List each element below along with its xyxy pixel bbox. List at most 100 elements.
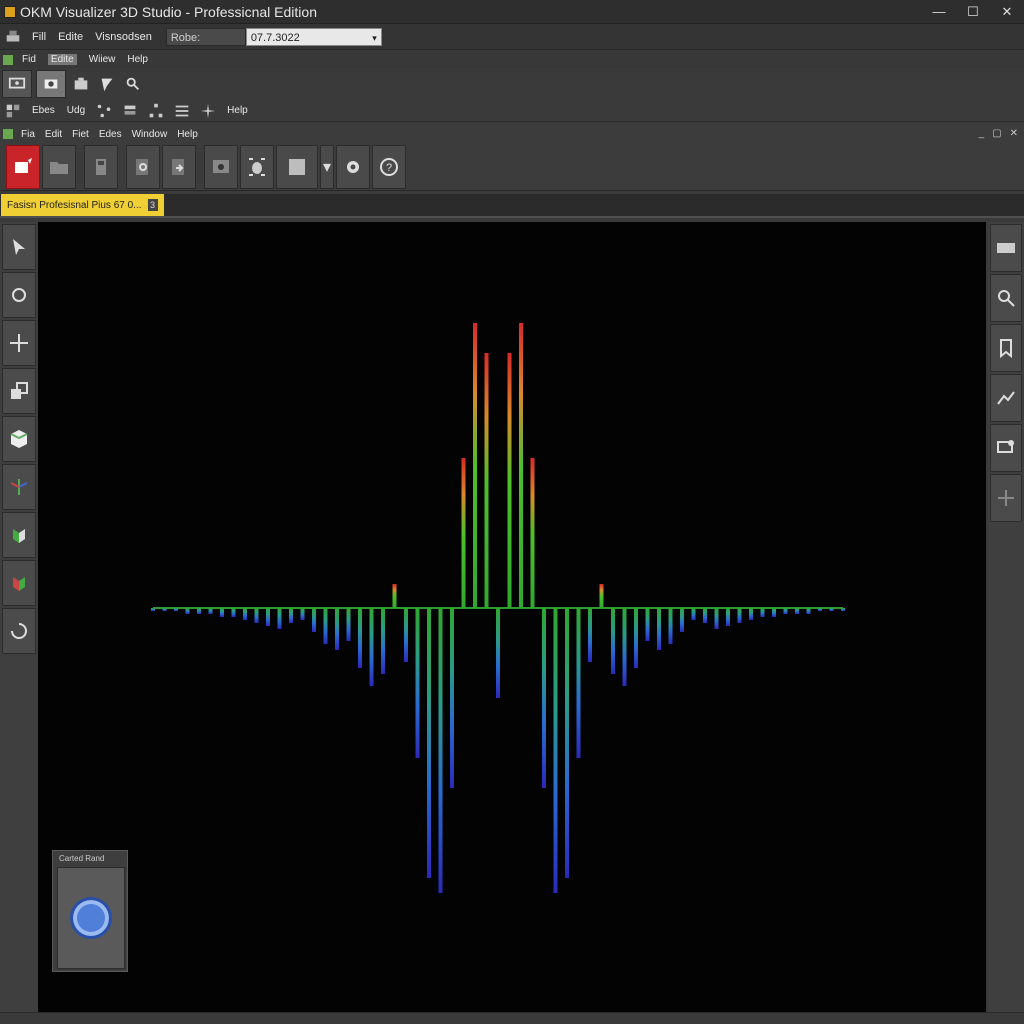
gear-icon[interactable] (336, 144, 370, 189)
rotate-tool-icon[interactable] (2, 272, 36, 318)
probe-field[interactable]: Robe:(l0.2.3l)2.. (165, 27, 246, 62)
printer-icon[interactable] (2, 26, 24, 48)
screen-settings-icon[interactable] (990, 424, 1022, 472)
chart-bar (289, 608, 293, 623)
chart-bar (381, 608, 385, 674)
toolbar-label-ebes[interactable]: Ebes (32, 105, 55, 116)
app-logo-icon (4, 5, 16, 18)
doc-close-button[interactable]: ✕ (1010, 125, 1018, 143)
open-folder-button[interactable] (42, 144, 76, 189)
side-view-icon[interactable] (2, 512, 36, 558)
doc-minimize-button[interactable]: _ (979, 125, 985, 143)
help-icon[interactable]: ? (372, 144, 406, 189)
secondary-menu-bar: Fid Edite Wiiew Help (0, 51, 1024, 68)
chart-bar (174, 608, 178, 611)
menu-edite[interactable]: Edite (58, 31, 83, 43)
toolbar-label-udg[interactable]: Udg (67, 105, 85, 116)
chart-bar (369, 608, 374, 686)
menu-fill[interactable]: Fill (32, 31, 46, 43)
capture-icon[interactable] (36, 70, 66, 98)
control-panel-label: Carted Rand (59, 854, 105, 863)
start-scan-button[interactable] (70, 897, 112, 939)
grid-icon[interactable] (2, 100, 24, 122)
front-view-icon[interactable] (2, 560, 36, 606)
layers-icon[interactable] (119, 100, 141, 122)
chart-bar (611, 608, 615, 674)
menu-fia[interactable]: Fia (21, 129, 35, 140)
cube-view-icon[interactable] (2, 416, 36, 462)
chart-bar (335, 608, 339, 650)
date-select[interactable]: 07.7.3022 ▾ (245, 27, 382, 46)
status-bar (0, 1012, 1024, 1024)
bookmark-icon[interactable] (990, 324, 1022, 372)
menu-edit[interactable]: Edit (45, 129, 62, 140)
chart-bar (450, 608, 454, 788)
bug-scan-button[interactable] (240, 144, 274, 189)
right-toolbar (988, 222, 1024, 1012)
camera-icon[interactable] (70, 73, 92, 95)
chart-bar (266, 608, 270, 626)
chart-bar (645, 608, 650, 641)
chart-bar (404, 608, 408, 662)
menu-wiiew[interactable]: Wiiew (89, 54, 116, 65)
window-title: OKM Visualizer 3D Studio - Professicnal … (20, 3, 317, 20)
close-button[interactable]: ✕ (990, 0, 1024, 24)
icon-toolbar-small (0, 68, 1024, 100)
tab-close-icon[interactable]: 3 (147, 199, 158, 211)
network-icon[interactable] (145, 100, 167, 122)
select-tool-icon[interactable] (2, 224, 36, 270)
document-tab[interactable]: Fasisn Profesisnal Pius 67 0... 3 (1, 194, 164, 216)
maximize-button[interactable]: ☐ (956, 0, 990, 24)
chart-bar (818, 608, 822, 611)
menu-fiet[interactable]: Fiet (72, 129, 89, 140)
menu-fid[interactable]: Fid (22, 54, 36, 65)
chart-bar (829, 608, 834, 611)
chart-bar (243, 608, 247, 620)
export-doc-button[interactable] (162, 144, 196, 189)
chart-bar (795, 608, 799, 614)
chart-bar (300, 608, 305, 620)
search-doc-button[interactable] (126, 144, 160, 189)
move-tool-icon[interactable] (2, 320, 36, 366)
app-small-icon (2, 54, 14, 66)
chart-bar (737, 608, 742, 623)
measure-icon[interactable] (990, 374, 1022, 422)
axis-view-icon[interactable] (2, 464, 36, 510)
list-icon[interactable] (171, 100, 193, 122)
chevron-down-icon[interactable]: ▾ (320, 144, 334, 189)
chevron-down-icon: ▾ (372, 32, 377, 43)
chart-bar (185, 608, 190, 614)
menu-edes[interactable]: Edes (99, 129, 122, 140)
chart-bar (553, 608, 558, 893)
menu-help[interactable]: Help (177, 129, 198, 140)
reset-view-icon[interactable] (2, 608, 36, 654)
sparkle-icon[interactable] (197, 100, 219, 122)
resize-tool-icon[interactable] (2, 368, 36, 414)
menu-help-2[interactable]: Help (127, 54, 148, 65)
minimize-button[interactable]: — (922, 0, 956, 24)
color-swatch-button[interactable] (276, 144, 318, 189)
monitor-icon[interactable] (2, 70, 32, 98)
keyboard-icon[interactable] (990, 224, 1022, 272)
brush-icon[interactable] (96, 73, 118, 95)
chart-bar (197, 608, 201, 614)
zoom-search-icon[interactable] (990, 274, 1022, 322)
doc-restore-button[interactable]: ▢ (992, 125, 1001, 143)
record-scan-button[interactable] (6, 144, 40, 189)
nodes-icon[interactable] (93, 100, 115, 122)
zoom-icon[interactable] (122, 73, 144, 95)
menu-edite-2[interactable]: Edite (47, 54, 77, 65)
chart-bar (496, 608, 500, 698)
chart-bar (783, 608, 788, 614)
navigate-icon[interactable] (990, 474, 1022, 522)
analyze-button[interactable] (204, 144, 238, 189)
menu-visnsodsen[interactable]: Visnsodsen (95, 31, 152, 43)
save-device-button[interactable] (84, 144, 118, 189)
control-panel-body (57, 867, 125, 969)
chart-bar (772, 608, 776, 617)
chart-bar (438, 608, 443, 893)
toolbar-help[interactable]: Help (227, 105, 248, 116)
menu-window[interactable]: Window (132, 129, 168, 140)
visualization-viewport[interactable] (38, 222, 986, 1012)
chart-bar (668, 608, 673, 644)
